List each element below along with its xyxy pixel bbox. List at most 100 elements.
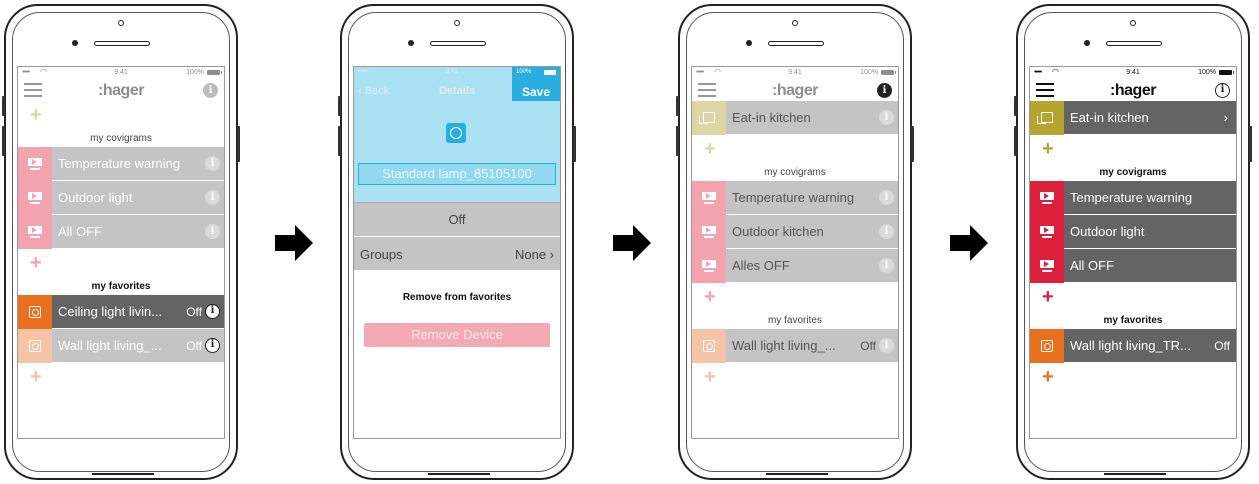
list-item[interactable]: Alles OFF i <box>692 248 898 283</box>
list-item[interactable]: Temperature warning i <box>692 180 898 215</box>
signal-indicator: ••••• <box>358 69 369 75</box>
device-state-toggle[interactable]: Off <box>354 202 560 236</box>
screen-home-editing: ••••• ◠ 9:41 100% :hager i + my covigram… <box>17 66 225 439</box>
item-label: Alles OFF <box>732 258 790 273</box>
phone-volume-button <box>2 126 5 156</box>
plus-icon[interactable]: + <box>1042 287 1054 307</box>
item-label: Wall light living_... <box>732 338 836 353</box>
info-icon[interactable]: i <box>205 224 220 239</box>
details-header: ••••• 9:41 ‹ Back Details Save 100% Stan… <box>354 67 560 202</box>
list-item[interactable]: Temperature warning <box>1030 180 1236 215</box>
info-icon[interactable]: i <box>879 110 894 125</box>
info-icon[interactable]: i <box>877 83 892 98</box>
plus-icon[interactable]: + <box>30 253 42 273</box>
add-room-row[interactable]: + <box>692 135 898 165</box>
screen-home-removed: ••••• ◠ 9:41 100% :hager i Eat-in kitche… <box>691 66 899 439</box>
info-icon[interactable]: i <box>879 338 894 353</box>
save-button[interactable]: Save 100% <box>512 67 560 101</box>
info-icon[interactable]: i <box>205 338 220 353</box>
item-label: Temperature warning <box>1070 190 1193 205</box>
add-room-row[interactable]: + <box>1030 135 1236 165</box>
list-item[interactable]: All OFF <box>1030 248 1236 283</box>
list-item[interactable]: Ceiling light livin... Off i <box>18 294 224 329</box>
socket-icon <box>1030 328 1064 363</box>
list-item[interactable]: Eat-in kitchen › <box>1030 100 1236 135</box>
info-icon[interactable]: i <box>879 190 894 205</box>
list-item[interactable]: Outdoor light i <box>18 180 224 215</box>
item-label: Temperature warning <box>58 156 181 171</box>
item-label: Ceiling light livin... <box>58 304 163 319</box>
screen-home-active: ••••• ◠ 9:41 100% :hager i Eat-in kitche… <box>1029 66 1237 439</box>
item-label: Eat-in kitchen <box>1070 110 1149 125</box>
info-icon[interactable]: i <box>1215 83 1230 98</box>
clock: 9:41 <box>1126 69 1140 76</box>
plus-icon[interactable]: + <box>704 139 716 159</box>
menu-icon[interactable] <box>1036 83 1054 97</box>
phone-power-button <box>1249 126 1252 162</box>
add-covigram-row[interactable]: + <box>1030 283 1236 313</box>
plus-icon[interactable]: + <box>1042 367 1054 387</box>
socket-icon <box>446 123 466 143</box>
menu-icon[interactable] <box>698 83 716 97</box>
wifi-icon: ◠ <box>40 67 47 76</box>
signal-indicator: ••••• <box>22 69 30 76</box>
add-favorite-row[interactable]: + <box>692 363 898 393</box>
scene-icon <box>692 180 726 215</box>
back-button[interactable]: ‹ Back <box>358 85 389 97</box>
plus-icon[interactable]: + <box>30 367 42 387</box>
chevron-right-icon[interactable]: › <box>1224 110 1228 125</box>
list-item[interactable]: Wall light living_TR... Off <box>1030 328 1236 363</box>
add-covigram-row[interactable]: + <box>692 283 898 313</box>
plus-icon[interactable]: + <box>30 105 42 125</box>
list-item[interactable]: Wall light living_... Off i <box>18 328 224 363</box>
screen-device-details: ••••• 9:41 ‹ Back Details Save 100% Stan… <box>353 66 561 439</box>
list-item[interactable]: Outdoor light <box>1030 214 1236 249</box>
phone-volume-button <box>676 126 679 156</box>
socket-icon <box>692 328 726 363</box>
plus-icon[interactable]: + <box>704 367 716 387</box>
info-icon[interactable]: i <box>205 304 220 319</box>
add-favorite-row[interactable]: + <box>1030 363 1236 393</box>
phone-frame-2: ••••• 9:41 ‹ Back Details Save 100% Stan… <box>338 4 576 480</box>
list-item[interactable]: All OFF i <box>18 214 224 249</box>
phone-bottom-lip <box>766 473 828 477</box>
flow-arrow-icon <box>275 225 315 261</box>
phone-volume-button <box>1014 126 1017 156</box>
section-favorites: my favorites <box>768 315 822 326</box>
list-item[interactable]: Temperature warning i <box>18 146 224 181</box>
section-favorites: my favorites <box>91 281 151 292</box>
info-icon[interactable]: i <box>879 224 894 239</box>
item-label: All OFF <box>58 224 103 239</box>
battery-icon <box>544 70 556 75</box>
list-item[interactable]: Eat-in kitchen i <box>692 100 898 135</box>
status-bar: ••••• ◠ 9:41 100% <box>692 67 898 79</box>
info-icon[interactable]: i <box>203 83 218 98</box>
add-favorite-row[interactable]: + <box>18 363 224 393</box>
nav-bar: :hager i <box>1030 79 1236 101</box>
item-value: Off <box>1214 338 1230 353</box>
device-name-field[interactable]: Standard lamp_85105100 <box>358 163 556 185</box>
remove-device-button[interactable]: Remove Device <box>364 323 550 347</box>
item-label: Wall light living_... <box>58 338 162 353</box>
plus-icon[interactable]: + <box>1042 139 1054 159</box>
list-item[interactable]: Wall light living_... Off i <box>692 328 898 363</box>
add-covigram-row[interactable]: + <box>18 249 224 279</box>
menu-icon[interactable] <box>24 83 42 97</box>
info-icon[interactable]: i <box>205 190 220 205</box>
clock: 9:41 <box>788 69 802 76</box>
remove-from-favorites-button[interactable]: Remove from favorites <box>354 292 560 303</box>
info-icon[interactable]: i <box>879 258 894 273</box>
item-value: Off <box>860 338 876 353</box>
phone-speaker <box>768 41 824 46</box>
room-icon <box>1030 100 1064 135</box>
info-icon[interactable]: i <box>205 156 220 171</box>
phone-speaker <box>430 41 486 46</box>
add-room-row[interactable]: + <box>18 101 224 131</box>
socket-icon <box>18 328 52 363</box>
battery-icon <box>207 70 222 75</box>
list-item[interactable]: Outdoor kitchen i <box>692 214 898 249</box>
item-label: Eat-in kitchen <box>732 110 811 125</box>
details-nav-bar: ••••• 9:41 ‹ Back Details Save 100% <box>354 67 560 101</box>
plus-icon[interactable]: + <box>704 287 716 307</box>
groups-row[interactable]: Groups None › <box>354 236 560 270</box>
